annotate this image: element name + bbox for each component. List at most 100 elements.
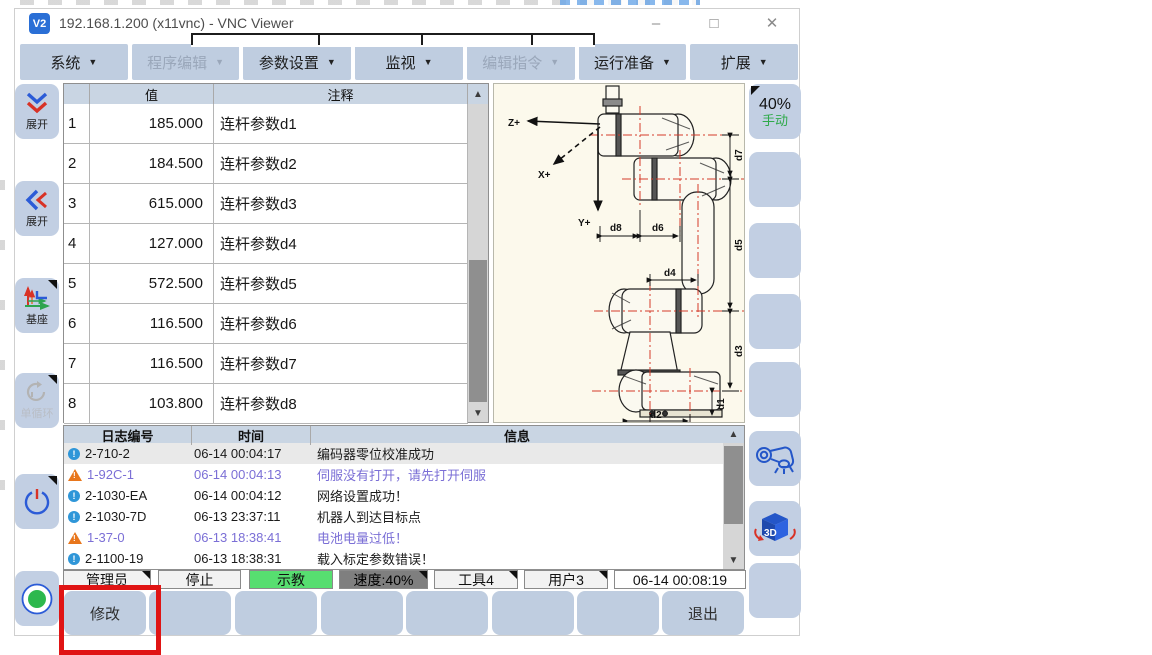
desk-tick xyxy=(421,35,423,45)
log-row[interactable]: !2-1030-EA 06-14 00:04:12 网络设置成功！ xyxy=(64,485,744,506)
log-row[interactable]: !2-1100-19 06-13 18:38:31 载入标定参数错误！ xyxy=(64,548,744,569)
status-user-frame[interactable]: 用户3 xyxy=(524,570,608,589)
menu-monitor[interactable]: 监视 ▼ xyxy=(355,44,463,80)
expand-left-button[interactable]: 展开 xyxy=(15,181,59,236)
log-message: 编码器零位校准成功 xyxy=(311,443,724,464)
view-3d-button[interactable]: 3D xyxy=(749,501,801,556)
log-row[interactable]: !2-1030-7D 06-13 23:37:11 机器人到达目标点 xyxy=(64,506,744,527)
table-row[interactable]: 8 103.800 连杆参数d8 xyxy=(64,384,488,424)
row-value: 103.800 xyxy=(90,384,214,424)
base-axes-icon xyxy=(22,284,52,310)
right-sidebar-button-empty-3[interactable] xyxy=(749,294,801,349)
row-index: 2 xyxy=(64,144,90,184)
table-row[interactable]: 4 127.000 连杆参数d4 xyxy=(64,224,488,264)
header-comment: 注释 xyxy=(214,84,468,104)
expand-down-button[interactable]: 展开 xyxy=(15,84,59,139)
table-row[interactable]: 5 572.500 连杆参数d5 xyxy=(64,264,488,304)
right-sidebar-button-empty-2[interactable] xyxy=(749,223,801,278)
log-message: 机器人到达目标点 xyxy=(311,506,724,527)
menu-extend[interactable]: 扩展 ▼ xyxy=(690,44,798,80)
single-cycle-label: 单循环 xyxy=(21,405,54,421)
log-row[interactable]: 1-92C-1 06-14 00:04:13 伺服没有打开，请先打开伺服 xyxy=(64,464,744,485)
menu-run-prepare[interactable]: 运行准备 ▼ xyxy=(579,44,687,80)
scroll-down-icon[interactable]: ▼ xyxy=(723,552,744,569)
axis-y-label: Y+ xyxy=(578,218,591,229)
maximize-button[interactable]: □ xyxy=(701,11,727,35)
table-row[interactable]: 7 116.500 连杆参数d7 xyxy=(64,344,488,384)
log-table-header: 日志编号 时间 信息 xyxy=(64,426,744,443)
log-time: 06-14 00:04:17 xyxy=(192,443,311,464)
bottom-button-empty-2[interactable] xyxy=(235,591,317,635)
close-button[interactable]: ✕ xyxy=(759,11,785,35)
scrollbar-thumb[interactable] xyxy=(469,260,487,402)
log-row[interactable]: 1-37-0 06-13 18:38:41 电池电量过低！ xyxy=(64,527,744,548)
log-id: 1-37-0 xyxy=(87,530,125,545)
row-comment: 连杆参数d2 xyxy=(214,144,468,184)
base-frame-button[interactable]: 基座 xyxy=(15,278,59,333)
desk-tick xyxy=(191,35,193,45)
expand-left-icon xyxy=(24,188,50,212)
row-index: 7 xyxy=(64,344,90,384)
dim-d3-label: d3 xyxy=(734,345,745,357)
scroll-down-icon[interactable]: ▼ xyxy=(468,404,488,422)
teach-pendant-button[interactable] xyxy=(749,431,801,486)
param-table-header: 值 注释 xyxy=(64,84,488,104)
param-table-scrollbar[interactable]: ▲ ▼ xyxy=(468,84,488,422)
scrollbar-thumb[interactable] xyxy=(724,446,743,524)
chevron-down-icon: ▼ xyxy=(88,57,97,67)
dim-d7-label: d7 xyxy=(734,149,745,161)
record-run-button[interactable] xyxy=(15,571,59,626)
row-comment: 连杆参数d5 xyxy=(214,264,468,304)
bottom-button-empty-1[interactable] xyxy=(149,591,231,635)
table-row[interactable]: 6 116.500 连杆参数d6 xyxy=(64,304,488,344)
single-cycle-icon xyxy=(24,380,50,404)
right-sidebar-button-empty-5[interactable] xyxy=(749,563,801,618)
row-comment: 连杆参数d8 xyxy=(214,384,468,424)
expand-label: 展开 xyxy=(26,116,48,132)
row-index: 4 xyxy=(64,224,90,264)
status-tool[interactable]: 工具4 xyxy=(434,570,518,589)
log-scrollbar[interactable]: ▲ ▼ xyxy=(723,426,744,569)
status-speed[interactable]: 速度:40% xyxy=(339,570,428,589)
menu-label: 运行准备 xyxy=(594,52,654,73)
menu-label: 扩展 xyxy=(721,52,751,73)
row-index: 3 xyxy=(64,184,90,224)
status-teach-mode: 示教 xyxy=(249,570,333,589)
log-row[interactable]: !2-710-2 06-14 00:04:17 编码器零位校准成功 xyxy=(64,443,744,464)
row-value: 116.500 xyxy=(90,304,214,344)
minimize-button[interactable]: – xyxy=(643,11,669,35)
log-id: 2-1030-EA xyxy=(85,488,147,503)
bottom-button-empty-4[interactable] xyxy=(406,591,488,635)
menu-parameter-settings[interactable]: 参数设置 ▼ xyxy=(243,44,351,80)
servo-power-button[interactable] xyxy=(15,474,59,529)
chevron-down-icon: ▼ xyxy=(662,57,671,67)
menu-label: 监视 xyxy=(386,52,416,73)
log-time: 06-13 18:38:41 xyxy=(192,527,311,548)
row-comment: 连杆参数d3 xyxy=(214,184,468,224)
exit-button[interactable]: 退出 xyxy=(662,591,744,635)
bottom-button-empty-3[interactable] xyxy=(321,591,403,635)
table-row[interactable]: 2 184.500 连杆参数d2 xyxy=(64,144,488,184)
menu-label: 系统 xyxy=(50,52,80,73)
bottom-button-empty-6[interactable] xyxy=(577,591,659,635)
menu-label: 编辑指令 xyxy=(482,52,542,73)
bottom-button-empty-5[interactable] xyxy=(492,591,574,635)
right-sidebar-button-empty-4[interactable] xyxy=(749,362,801,417)
scroll-up-icon[interactable]: ▲ xyxy=(723,426,744,443)
desk-tick xyxy=(318,35,320,45)
desk-tick xyxy=(531,35,533,45)
log-message: 伺服没有打开，请先打开伺服 xyxy=(311,464,724,485)
dim-d5-label: d5 xyxy=(734,239,745,251)
speed-mode-button[interactable]: 40% 手动 xyxy=(749,84,801,139)
menu-system[interactable]: 系统 ▼ xyxy=(20,44,128,80)
right-sidebar-button-empty-1[interactable] xyxy=(749,152,801,207)
scroll-up-icon[interactable]: ▲ xyxy=(468,84,488,104)
status-datetime: 06-14 00:08:19 xyxy=(614,570,746,589)
chevron-down-icon: ▼ xyxy=(759,57,768,67)
single-cycle-button: 单循环 xyxy=(15,373,59,428)
table-row[interactable]: 3 615.000 连杆参数d3 xyxy=(64,184,488,224)
log-time: 06-13 23:37:11 xyxy=(192,506,311,527)
dim-d4-label: d4 xyxy=(664,268,676,279)
log-time: 06-14 00:04:13 xyxy=(192,464,311,485)
table-row[interactable]: 1 185.000 连杆参数d1 xyxy=(64,104,488,144)
